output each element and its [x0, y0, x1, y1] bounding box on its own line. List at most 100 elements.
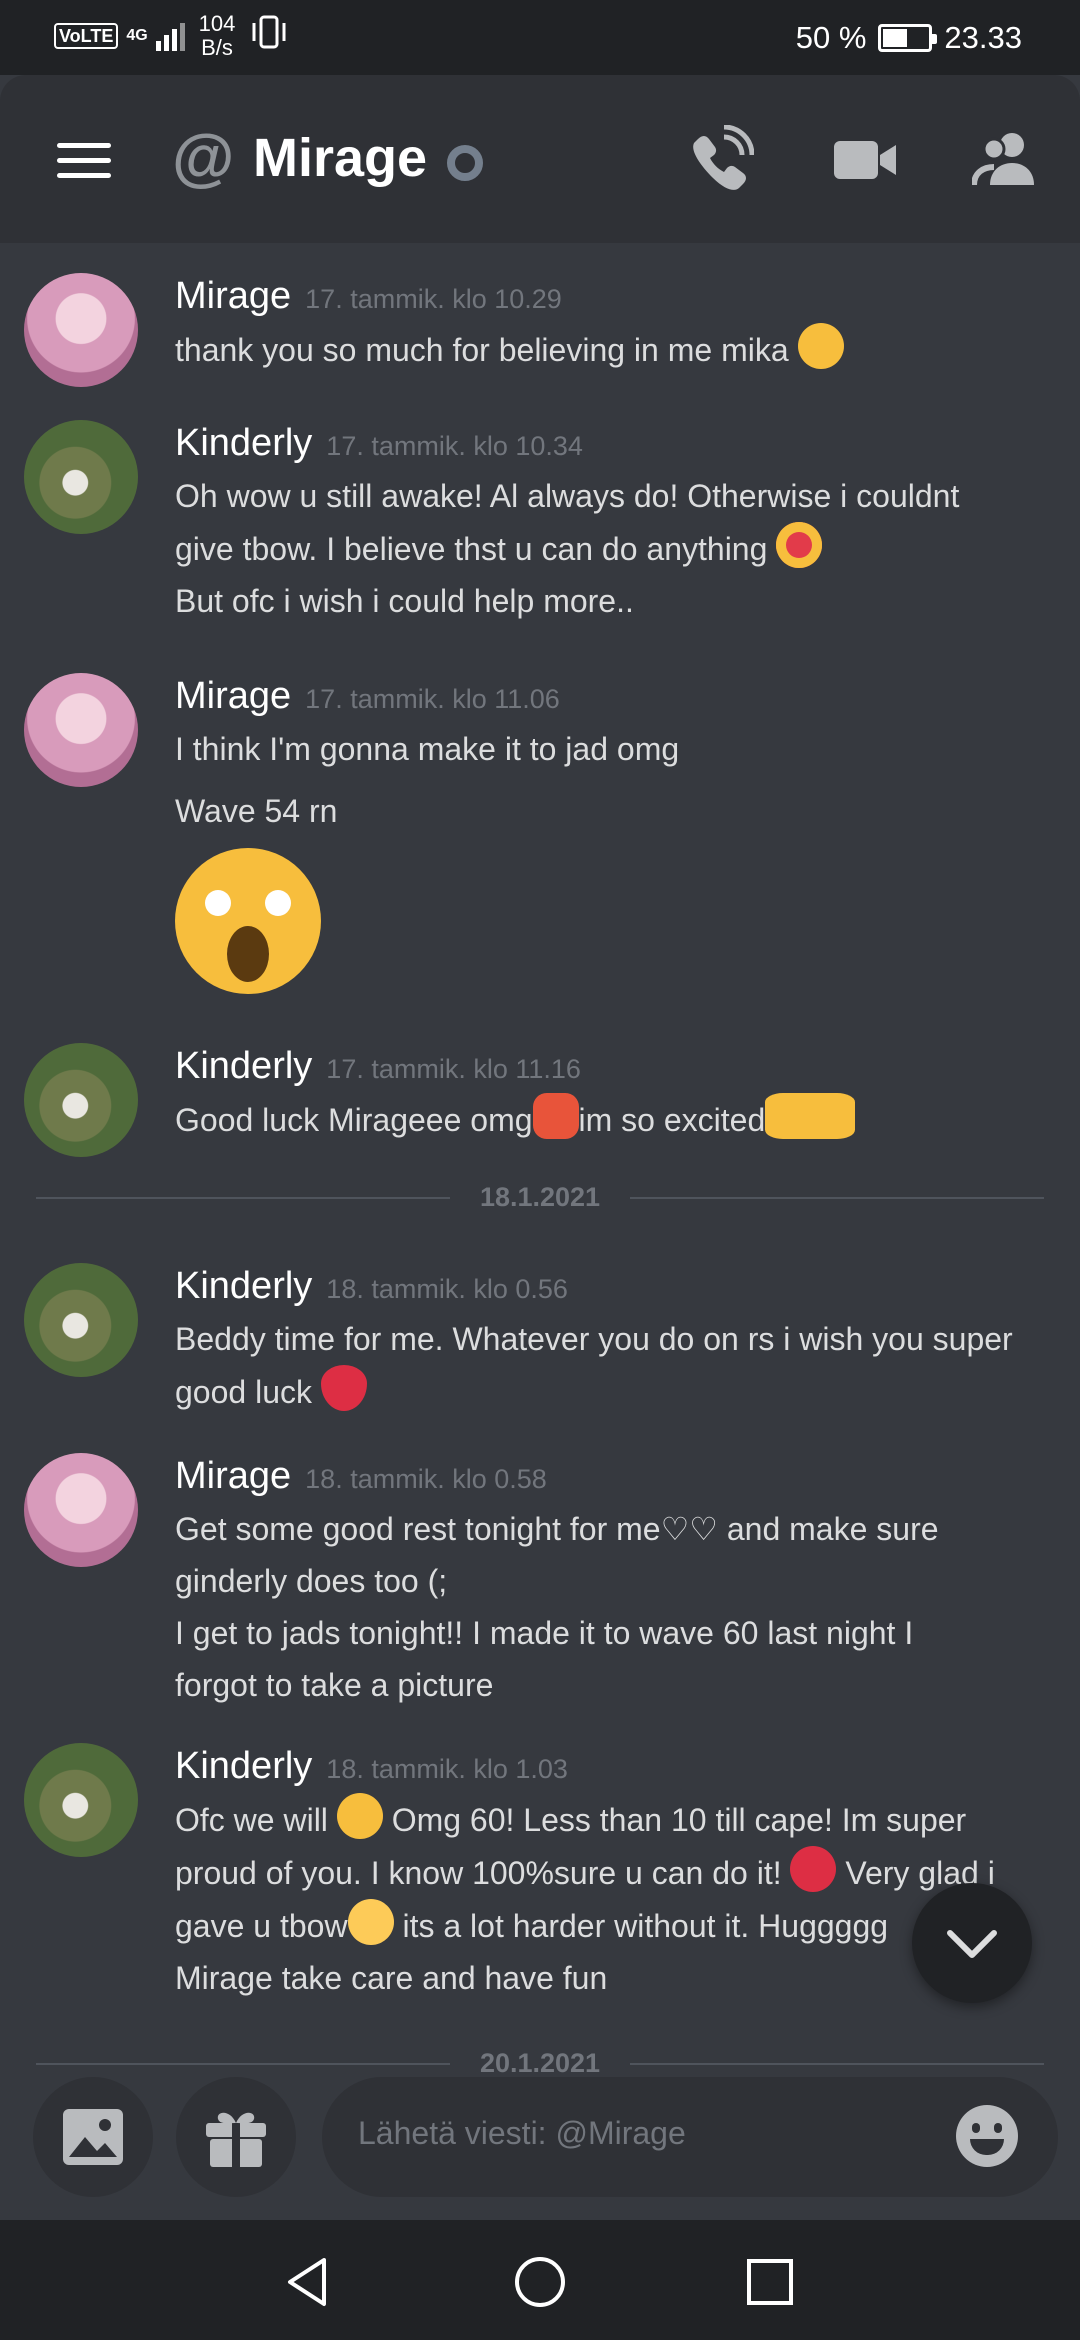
message-text: Get some good rest tonight for me♡♡ and …	[175, 1503, 1040, 1711]
attach-image-button[interactable]	[33, 2077, 153, 2197]
message-text: Ofc we will Omg 60! Less than 10 till ca…	[175, 1793, 1040, 2004]
message-line: thank you so much for believing in me mi…	[175, 332, 789, 368]
message-line: I get to jads tonight!! I made it to wav…	[175, 1615, 914, 1651]
signal-strength-icon	[155, 21, 185, 51]
message-author[interactable]: Kinderly 17. tammik. klo 10.34	[175, 420, 583, 469]
image-icon	[63, 2109, 123, 2165]
message-line: Beddy time for me. Whatever you do on rs…	[175, 1321, 1013, 1357]
message-line: ginderly does too (;	[175, 1563, 448, 1599]
battery-icon	[878, 24, 938, 52]
system-nav-bar	[0, 2220, 1080, 2340]
gift-icon	[206, 2112, 266, 2167]
author-name: Kinderly	[175, 422, 313, 464]
collision-emoji-icon	[532, 1093, 579, 1139]
author-name: Kinderly	[175, 1745, 313, 1787]
channel-header: @ Mirage	[0, 75, 1080, 243]
message-text: Beddy time for me. Whatever you do on rs…	[175, 1313, 1040, 1418]
message-input[interactable]: Lähetä viesti: @Mirage	[322, 2077, 1058, 2197]
screaming-face-emoji-icon	[175, 848, 321, 994]
hamburger-icon[interactable]	[57, 143, 111, 179]
network-speed: 104 B/s	[199, 12, 236, 60]
folded-hands-emoji-icon	[765, 1093, 856, 1139]
phone-call-icon[interactable]	[684, 125, 754, 195]
message-line: good luck	[175, 1374, 312, 1410]
message-line: forgot to take a picture	[175, 1667, 494, 1703]
smiling-face-emoji-icon	[336, 1793, 383, 1839]
message-line: Good luck Mirageee omg	[175, 1102, 533, 1138]
message-author[interactable]: Mirage 17. tammik. klo 10.29	[175, 273, 562, 322]
message-line: But ofc i wish i could help more..	[175, 583, 634, 619]
message-timestamp: 18. tammik. klo 0.56	[326, 1274, 568, 1304]
status-bar: VoLTE 4G 104 B/s 50 % 23.33	[0, 0, 1080, 75]
date-separator: 18.1.2021	[36, 1177, 1044, 1217]
message-timestamp: 17. tammik. klo 10.29	[305, 284, 562, 314]
avatar[interactable]	[24, 1043, 138, 1157]
message-line: proud of you. I know 100%sure u can do i…	[175, 1855, 782, 1891]
avatar[interactable]	[24, 1263, 138, 1377]
message-author[interactable]: Mirage 18. tammik. klo 0.58	[175, 1453, 547, 1502]
message-input-placeholder: Lähetä viesti: @Mirage	[358, 2115, 686, 2151]
status-bar-left: VoLTE 4G 104 B/s	[54, 12, 287, 60]
author-name: Kinderly	[175, 1045, 313, 1087]
network-type: 4G	[126, 27, 148, 44]
avatar[interactable]	[24, 1743, 138, 1857]
chevron-down-icon	[947, 1930, 997, 1958]
members-icon[interactable]	[972, 125, 1042, 195]
back-icon[interactable]	[280, 2254, 336, 2310]
message-line: gave u tbow	[175, 1908, 348, 1944]
avatar[interactable]	[24, 673, 138, 787]
video-camera-icon[interactable]	[830, 125, 900, 195]
author-name: Mirage	[175, 675, 292, 717]
message-author[interactable]: Kinderly 18. tammik. klo 0.56	[175, 1263, 568, 1312]
recents-icon[interactable]	[742, 2254, 798, 2310]
author-name: Kinderly	[175, 1265, 313, 1307]
message-list[interactable]: Mirage 17. tammik. klo 10.29 thank you so…	[0, 243, 1080, 2073]
gift-button[interactable]	[176, 2077, 296, 2197]
message-line: its a lot harder without it. Huggggg	[402, 1908, 889, 1944]
blush-emoji-icon	[797, 323, 844, 369]
page-title: Mirage	[253, 128, 428, 188]
message-line: Wave 54 rn	[175, 793, 338, 829]
message-line: Mirage take care and have fun	[175, 1960, 608, 1996]
clock: 23.33	[944, 20, 1022, 55]
battery-percent: 50 %	[795, 20, 867, 55]
message-text: I think I'm gonna make it to jad omg Wav…	[175, 723, 1040, 837]
speed-unit: B/s	[201, 35, 233, 60]
message-author[interactable]: Mirage 17. tammik. klo 11.06	[175, 673, 560, 722]
message-line: im so excited	[578, 1102, 766, 1138]
message-text: Oh wow u still awake! Al always do! Othe…	[175, 470, 1040, 627]
vibrate-icon	[251, 15, 287, 57]
scroll-to-bottom-button[interactable]	[912, 1883, 1032, 2003]
red-heart-emoji-icon	[320, 1365, 367, 1411]
message-timestamp: 17. tammik. klo 11.16	[326, 1054, 581, 1084]
home-icon[interactable]	[512, 2254, 568, 2310]
message-timestamp: 17. tammik. klo 11.06	[305, 684, 560, 714]
message-line: give tbow. I believe thst u can do anyth…	[175, 531, 768, 567]
message-line: Ofc we will	[175, 1802, 328, 1838]
message-text: Good luck Mirageee omg im so excited	[175, 1093, 1040, 1146]
heart-eyes-emoji-icon	[776, 522, 823, 568]
message-author[interactable]: Kinderly 17. tammik. klo 11.16	[175, 1043, 581, 1092]
date-label: 18.1.2021	[479, 1182, 601, 1212]
yellow-heart-emoji-icon	[347, 1899, 394, 1945]
message-timestamp: 18. tammik. klo 0.58	[305, 1464, 547, 1494]
message-line: Omg 60! Less than 10 till cape! Im super	[391, 1802, 967, 1838]
red-heart-emoji-icon	[790, 1846, 837, 1892]
author-name: Mirage	[175, 1455, 292, 1497]
battery-fill	[883, 29, 908, 47]
message-author[interactable]: Kinderly 18. tammik. klo 1.03	[175, 1743, 568, 1792]
date-label: 20.1.2021	[479, 2048, 601, 2073]
smiley-icon[interactable]	[956, 2105, 1018, 2167]
avatar[interactable]	[24, 1453, 138, 1567]
at-icon: @	[172, 121, 235, 193]
message-text: thank you so much for believing in me mi…	[175, 323, 1040, 376]
status-bar-right: 50 % 23.33	[796, 20, 1022, 56]
message-line: Get some good rest tonight for me♡♡ and …	[175, 1511, 939, 1547]
message-timestamp: 18. tammik. klo 1.03	[326, 1754, 568, 1784]
volte-icon: VoLTE	[54, 23, 119, 49]
avatar[interactable]	[24, 273, 138, 387]
status-offline-icon	[447, 145, 483, 181]
message-timestamp: 17. tammik. klo 10.34	[326, 431, 583, 461]
message-line: Oh wow u still awake! Al always do! Othe…	[175, 478, 960, 514]
avatar[interactable]	[24, 420, 138, 534]
